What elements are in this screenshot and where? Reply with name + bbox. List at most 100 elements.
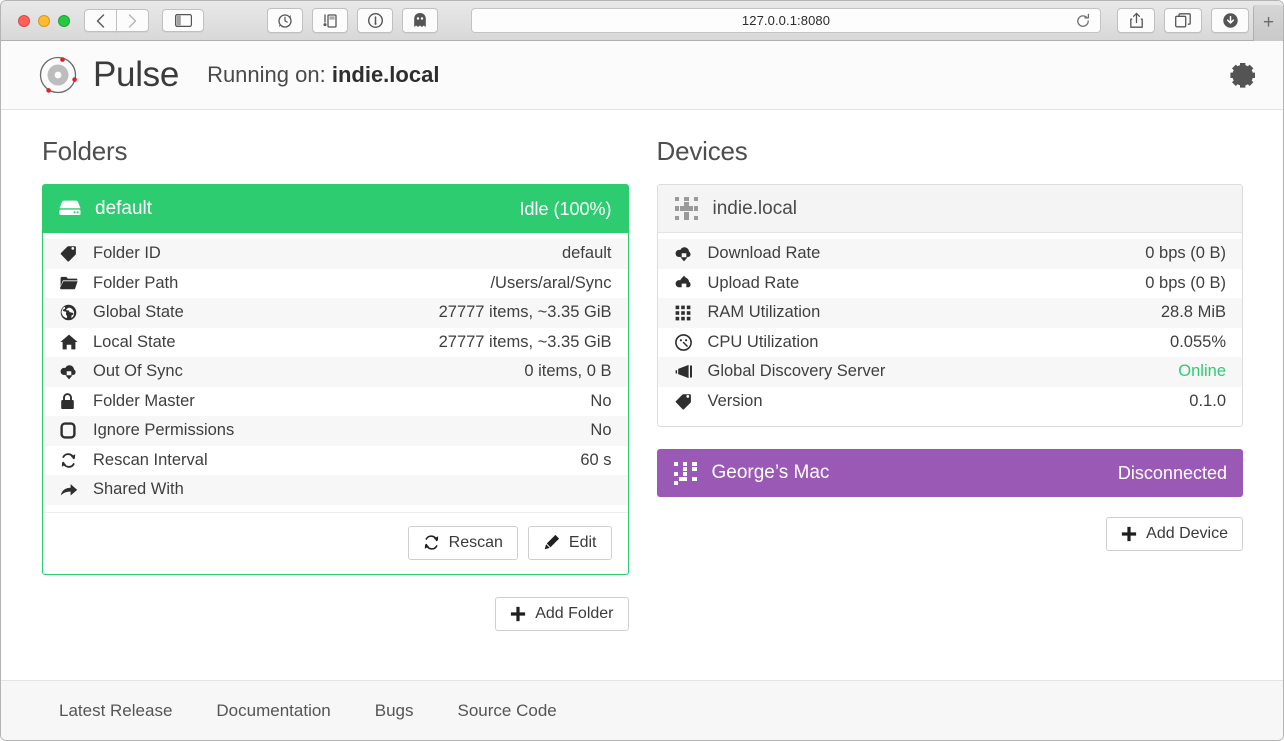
row-value: 60 s [580, 450, 612, 469]
brand-area: Pulse [37, 54, 179, 96]
folder-card-default: default Idle (100%) Folder ID default Fo… [42, 184, 629, 575]
row-value: 27777 items, ~3.35 GiB [438, 332, 612, 351]
table-row: Folder Path /Users/aral/Sync [43, 269, 628, 299]
downloads-icon[interactable] [1211, 8, 1249, 33]
row-value: No [590, 421, 612, 440]
footer-link-latest-release[interactable]: Latest Release [59, 701, 172, 721]
footer-link-bugs[interactable]: Bugs [375, 701, 414, 721]
browser-window: 127.0.0.1:8080 + Pulse Running on: indie… [0, 0, 1284, 741]
adblock-icon[interactable] [267, 8, 303, 33]
device-card-remote[interactable]: George’s Mac Disconnected [656, 449, 1243, 497]
row-value: 0 items, 0 B [524, 362, 612, 381]
gauge-icon [674, 333, 697, 351]
table-row: Global State 27777 items, ~3.35 GiB [43, 298, 628, 328]
table-row: Local State 27777 items, ~3.35 GiB [43, 328, 628, 358]
app-header: Pulse Running on: indie.local [1, 41, 1283, 110]
plus-icon [1121, 526, 1137, 542]
running-on-host: indie.local [331, 62, 440, 87]
row-value: 0 bps (0 B) [1145, 244, 1226, 263]
gear-icon[interactable] [1227, 59, 1259, 91]
table-row: Shared With [43, 475, 628, 505]
row-value: 27777 items, ~3.35 GiB [438, 303, 612, 322]
device-detail-rows: Download Rate 0 bps (0 B) Upload Rate 0 … [657, 233, 1243, 416]
hard-drive-icon [59, 199, 81, 219]
rescan-button[interactable]: Rescan [407, 525, 518, 560]
megaphone-icon [675, 364, 697, 379]
window-controls [9, 14, 84, 27]
table-row: Global Discovery Server Online [657, 357, 1242, 387]
row-label: Version [707, 391, 763, 410]
devices-column: Devices indie.local Download Rate 0 bps … [656, 136, 1243, 712]
device-id-icon [673, 461, 698, 486]
add-device-label: Add Device [1146, 525, 1228, 542]
cloud-upload-icon [675, 275, 697, 291]
folders-column: Folders default Idle (100%) Folder ID de… [42, 136, 629, 712]
table-row: Folder Master No [43, 387, 628, 417]
share-icon[interactable] [1117, 8, 1155, 33]
show-tabs-icon[interactable] [1164, 8, 1202, 33]
forward-button[interactable] [116, 9, 149, 32]
edit-button[interactable]: Edit [527, 525, 612, 560]
globe-icon [60, 304, 82, 321]
folder-status: Idle (100%) [519, 198, 612, 219]
close-window-button[interactable] [18, 14, 30, 27]
plus-icon [510, 606, 526, 622]
sidebar-toggle-button[interactable] [162, 9, 204, 32]
browser-extensions [267, 8, 438, 33]
device-id-icon [674, 196, 699, 221]
footer-link-documentation[interactable]: Documentation [216, 701, 330, 721]
share-arrow-icon [60, 482, 82, 497]
info-icon[interactable] [357, 8, 393, 33]
device-card-local: indie.local Download Rate 0 bps (0 B) Up… [656, 184, 1243, 427]
row-value: 0 bps (0 B) [1145, 273, 1226, 292]
main-content: Folders default Idle (100%) Folder ID de… [1, 110, 1283, 712]
pencil-icon [543, 534, 560, 551]
ghostery-icon[interactable] [402, 8, 438, 33]
device-card-header[interactable]: indie.local [657, 185, 1242, 233]
footer-link-source-code[interactable]: Source Code [458, 701, 557, 721]
row-value: No [590, 391, 612, 410]
back-button[interactable] [84, 9, 117, 32]
row-value: /Users/aral/Sync [490, 273, 612, 292]
address-bar[interactable]: 127.0.0.1:8080 [471, 8, 1101, 33]
edit-button-label: Edit [568, 533, 597, 551]
row-label: Out Of Sync [93, 362, 183, 381]
row-label: Folder ID [93, 244, 161, 263]
zoom-window-button[interactable] [58, 14, 70, 27]
row-label: Folder Master [93, 391, 195, 410]
device-name: indie.local [712, 197, 798, 219]
page-footer: Latest Release Documentation Bugs Source… [1, 680, 1283, 740]
devices-footer: Add Device [657, 517, 1243, 551]
folder-card-header[interactable]: default Idle (100%) [43, 185, 628, 233]
remote-device-name: George’s Mac [711, 462, 830, 483]
minimize-window-button[interactable] [38, 14, 50, 27]
table-row: CPU Utilization 0.055% [658, 328, 1243, 358]
cloud-download-icon [60, 364, 82, 380]
folder-icon [60, 275, 82, 291]
remote-device-status: Disconnected [1117, 462, 1227, 483]
row-label: Local State [93, 332, 176, 351]
row-value: Online [1178, 362, 1226, 381]
table-row: Upload Rate 0 bps (0 B) [658, 269, 1243, 299]
refresh-icon [423, 534, 440, 551]
refresh-icon [60, 452, 82, 469]
brand-title: Pulse [93, 55, 180, 94]
navigation-buttons [84, 9, 149, 32]
folder-name: default [95, 198, 153, 219]
row-label: Rescan Interval [93, 450, 208, 469]
home-icon [60, 334, 82, 350]
add-device-button[interactable]: Add Device [1106, 517, 1243, 551]
reload-icon[interactable] [1075, 13, 1091, 29]
row-value: default [561, 244, 612, 263]
new-tab-button[interactable]: + [1253, 5, 1283, 41]
password-manager-icon[interactable] [312, 8, 348, 33]
table-row: Download Rate 0 bps (0 B) [657, 239, 1242, 269]
add-folder-label: Add Folder [535, 604, 614, 622]
row-label: Global State [93, 303, 184, 322]
grid-icon [675, 305, 697, 321]
row-label: Download Rate [707, 244, 821, 263]
folder-detail-rows: Folder ID default Folder Path /Users/ara… [43, 233, 628, 505]
table-row: Out Of Sync 0 items, 0 B [43, 357, 628, 387]
table-row: Folder ID default [43, 239, 628, 269]
add-folder-button[interactable]: Add Folder [495, 596, 629, 631]
